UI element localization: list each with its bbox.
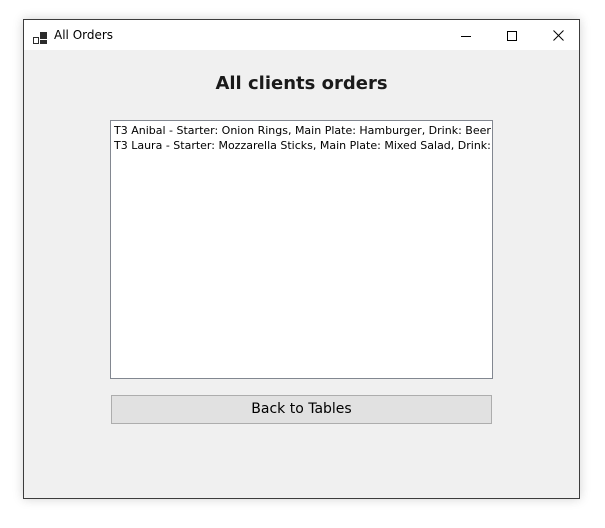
back-to-tables-button[interactable]: Back to Tables	[111, 395, 492, 424]
minimize-icon	[461, 26, 471, 45]
maximize-icon	[507, 26, 517, 45]
list-item[interactable]: T3 Laura - Starter: Mozzarella Sticks, M…	[111, 138, 492, 153]
window-title: All Orders	[54, 28, 114, 42]
title-bar[interactable]: All Orders	[24, 20, 579, 50]
close-button[interactable]	[535, 20, 581, 50]
minimize-button[interactable]	[443, 20, 489, 50]
maximize-button[interactable]	[489, 20, 535, 50]
app-window-icon	[33, 29, 47, 44]
orders-listbox[interactable]: T3 Anibal - Starter: Onion Rings, Main P…	[110, 120, 493, 379]
close-icon	[552, 26, 564, 45]
page-title: All clients orders	[215, 73, 388, 94]
list-item[interactable]: T3 Anibal - Starter: Onion Rings, Main P…	[111, 123, 492, 138]
all-orders-window: All Orders All clients orders T3 Anibal …	[23, 19, 580, 499]
